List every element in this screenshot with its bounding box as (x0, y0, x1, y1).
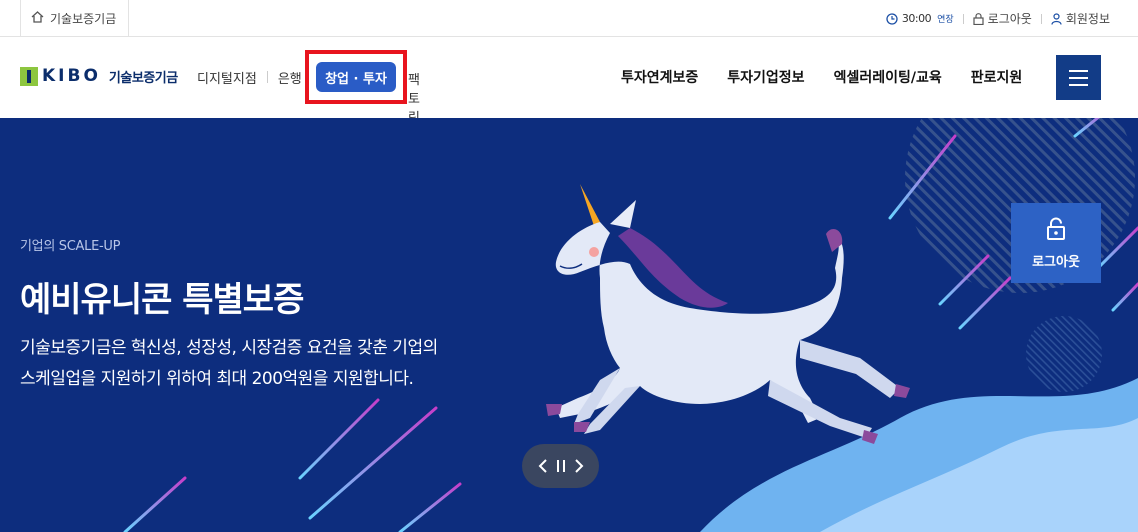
highlight-box: 창업 · 투자 (305, 50, 407, 104)
lock-icon (973, 12, 984, 25)
hamburger-line (1069, 76, 1088, 79)
nav-investee-info[interactable]: 투자기업정보 (727, 67, 804, 87)
nav-investment-guarantee[interactable]: 투자연계보증 (621, 67, 698, 87)
hamburger-line (1069, 83, 1088, 86)
divider (266, 71, 268, 83)
clock-icon (886, 12, 898, 25)
hero-description-line: 스케일업을 지원하기 위하여 최대 200억원을 지원합니다. (20, 369, 414, 389)
home-icon (31, 11, 44, 26)
hero-headline: 예비유니콘 특별보증 (20, 280, 304, 320)
hero-eyebrow: 기업의 SCALE-UP (20, 239, 121, 254)
channel-nav: 디지털지점 은행 창업 · 투자 팩토링 (197, 50, 420, 126)
logout-link[interactable]: 로그아웃 (973, 10, 1032, 27)
logo-org-name: 기술보증기금 (108, 70, 178, 86)
nav-accelerating-education[interactable]: 엑셀러레이팅/교육 (834, 67, 942, 87)
floating-logout-label: 로그아웃 (1032, 254, 1080, 270)
hamburger-line (1069, 69, 1088, 72)
user-icon (1051, 12, 1062, 25)
main-header: KIBO 기술보증기금 디지털지점 은행 창업 · 투자 팩토링 투자연계보증 … (0, 37, 1138, 126)
floating-logout-button[interactable]: 로그아웃 (1011, 203, 1101, 283)
unlock-icon (1045, 217, 1067, 245)
slider-pause-button[interactable] (556, 459, 565, 473)
session-extend-button[interactable]: 연장 (937, 12, 954, 25)
logo-wordmark: KIBO (42, 66, 101, 86)
channel-bank[interactable]: 은행 (278, 68, 302, 87)
home-link-label: 기술보증기금 (50, 12, 117, 26)
utility-links: 30:00 연장 로그아웃 회원정보 (886, 0, 1110, 37)
slider-prev-button[interactable] (538, 458, 548, 474)
unicorn-illustration (546, 184, 910, 444)
divider (962, 13, 964, 24)
nav-sales-support[interactable]: 판로지원 (971, 67, 1023, 87)
hero-description-line: 기술보증기금은 혁신성, 성장성, 시장검증 요건을 갖춘 기업의 (20, 338, 438, 358)
hamburger-menu-button[interactable] (1056, 55, 1101, 100)
home-link[interactable]: 기술보증기금 (20, 0, 130, 37)
channel-digital-branch[interactable]: 디지털지점 (197, 68, 257, 87)
slider-next-button[interactable] (574, 458, 584, 474)
divider (1040, 13, 1042, 24)
channel-startup-invest-tab[interactable]: 창업 · 투자 (316, 62, 396, 92)
member-info-link[interactable]: 회원정보 (1051, 10, 1110, 27)
chevron-right-icon (574, 459, 583, 473)
member-info-label: 회원정보 (1065, 12, 1110, 26)
kibo-logo[interactable]: KIBO 기술보증기금 (20, 66, 178, 86)
hero-description: 기술보증기금은 혁신성, 성장성, 시장검증 요건을 갖춘 기업의 스케일업을 … (20, 333, 438, 395)
logout-link-label: 로그아웃 (987, 12, 1032, 26)
pause-icon (556, 460, 565, 472)
slider-controls (522, 444, 599, 488)
session-timer: 30:00 연장 (886, 12, 954, 25)
top-utility-bar: 기술보증기금 30:00 연장 로그아웃 회원정보 (0, 0, 1138, 37)
logo-symbol (20, 66, 38, 86)
kibo-logo-mark: KIBO (20, 66, 101, 86)
global-nav: 투자연계보증 투자기업정보 엑셀러레이팅/교육 판로지원 (621, 67, 1022, 87)
hero-text-block: 기업의 SCALE-UP 예비유니콘 특별보증 기술보증기금은 혁신성, 성장성… (20, 235, 438, 395)
session-timer-value: 30:00 (901, 12, 932, 25)
chevron-left-icon (538, 459, 547, 473)
hero-banner: 기업의 SCALE-UP 예비유니콘 특별보증 기술보증기금은 혁신성, 성장성… (0, 118, 1138, 532)
